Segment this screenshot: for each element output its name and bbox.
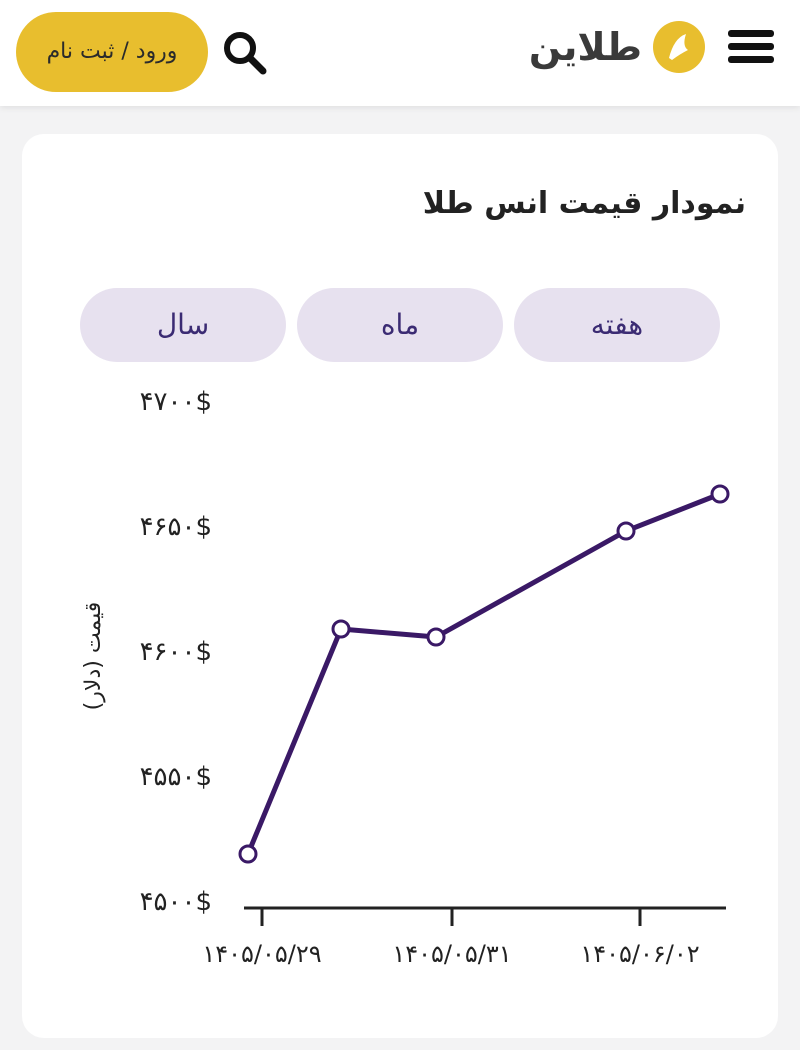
- x-axis-ticks: ۱۴۰۵/۰۵/۲۹ ۱۴۰۵/۰۵/۳۱ ۱۴۰۵/۰۶/۰۲: [202, 908, 700, 968]
- data-points: [238, 484, 730, 864]
- y-tick-label: ۴۶۵۰$: [140, 512, 212, 542]
- data-point[interactable]: [238, 844, 258, 864]
- y-tick-label: ۴۶۰۰$: [140, 637, 212, 667]
- y-axis-label: قیمت (دلار): [81, 602, 106, 711]
- y-axis-ticks: ۴۵۰۰$ ۴۵۵۰$ ۴۶۰۰$ ۴۶۵۰$ ۴۷۰۰$: [140, 387, 212, 917]
- y-tick-label: ۴۵۰۰$: [140, 887, 212, 917]
- data-point[interactable]: [710, 484, 730, 504]
- x-tick-label: ۱۴۰۵/۰۶/۰۲: [580, 940, 699, 968]
- series-line: [245, 491, 721, 855]
- data-point[interactable]: [331, 619, 351, 639]
- data-point[interactable]: [616, 521, 636, 541]
- y-tick-label: ۴۵۵۰$: [140, 762, 212, 792]
- x-tick-label: ۱۴۰۵/۰۵/۲۹: [202, 940, 321, 968]
- y-tick-label: ۴۷۰۰$: [140, 387, 212, 417]
- price-line-chart: ۴۵۰۰$۴۵۵۰$۴۶۰۰$۴۶۵۰$۴۷۰۰$ ۱۴۰۵/۰۵/۲۹ ۱۴۰۵…: [81, 387, 730, 968]
- data-point[interactable]: [426, 627, 446, 647]
- x-tick-label: ۱۴۰۵/۰۵/۳۱: [392, 940, 511, 968]
